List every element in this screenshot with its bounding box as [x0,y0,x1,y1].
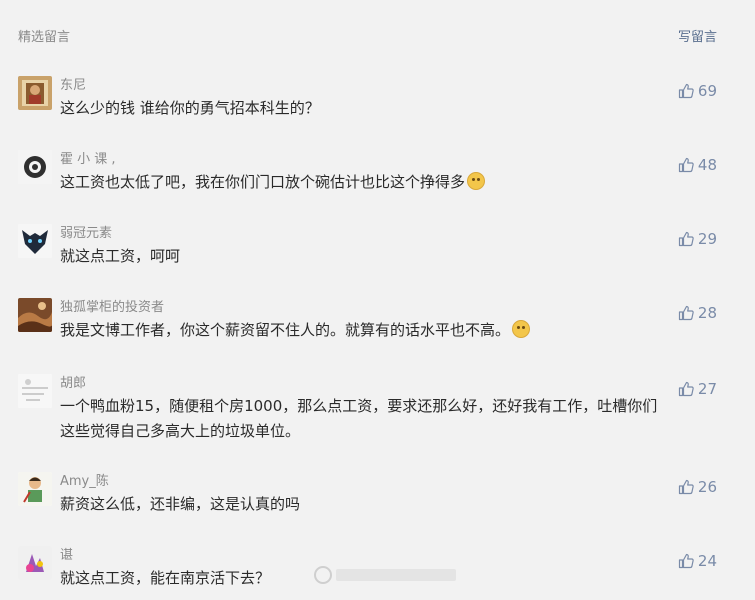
write-comment-link[interactable]: 写留言 [678,26,717,45]
thumbs-up-icon [678,553,694,569]
smile-emoji-icon [512,320,531,338]
comment-nickname[interactable]: 独孤掌柜的投资者 [60,296,164,315]
avatar[interactable] [18,472,52,506]
comment-nickname[interactable]: 弱冠元素 [60,222,112,241]
like-button[interactable]: 27 [678,380,717,398]
like-button[interactable]: 24 [678,552,717,570]
avatar[interactable] [18,224,52,258]
comment-nickname[interactable]: Amy_陈 [60,470,109,489]
like-button[interactable]: 29 [678,230,717,248]
comment-text: 我是文博工作者，你这个薪资留不住人的。就算有的话水平也不高。 [60,318,670,343]
comment-text: 这工资也太低了吧，我在你们门口放个碗估计也比这个挣得多 [60,170,670,195]
avatar[interactable] [18,546,52,580]
comment-text: 这么少的钱 谁给你的勇气招本科生的？ [60,99,320,117]
thumbs-up-icon [678,231,694,247]
like-count: 28 [697,304,717,322]
like-button[interactable]: 26 [678,478,717,496]
avatar[interactable] [18,150,52,184]
like-count: 24 [697,552,717,570]
thumbs-up-icon [678,83,694,99]
avatar[interactable] [18,298,52,332]
watermark [314,566,456,584]
like-count: 27 [697,380,717,398]
like-count: 69 [697,82,717,100]
like-button[interactable]: 28 [678,304,717,322]
comment-text: 就这点工资，呵呵 [60,247,181,265]
comment-nickname[interactable]: 胡郎 [60,372,86,391]
thumbs-up-icon [678,305,694,321]
like-button[interactable]: 48 [678,156,717,174]
comment-nickname[interactable]: 东尼 [60,74,86,93]
comment-text: 一个鸭血粉15，随便租个房1000，那么点工资，要求还那么好，还好我有工作，吐槽… [60,397,658,440]
thumbs-up-icon [678,479,694,495]
like-count: 29 [697,230,717,248]
thumbs-up-icon [678,157,694,173]
like-button[interactable]: 69 [678,82,717,100]
avatar[interactable] [18,374,52,408]
comment-nickname[interactable]: 霍 小 课 , [60,148,116,167]
comment-nickname[interactable]: 谌 [60,544,73,563]
watermark-text-blur [336,569,456,581]
smile-emoji-icon [467,172,486,190]
comment-text: 薪资这么低，还非编，这是认真的吗 [60,495,301,513]
weibo-watermark-icon [314,566,332,584]
thumbs-up-icon [678,381,694,397]
section-title: 精选留言 [18,30,71,45]
avatar[interactable] [18,76,52,110]
like-count: 26 [697,478,717,496]
like-count: 48 [697,156,717,174]
comments-header: 精选留言 写留言 [0,0,755,64]
